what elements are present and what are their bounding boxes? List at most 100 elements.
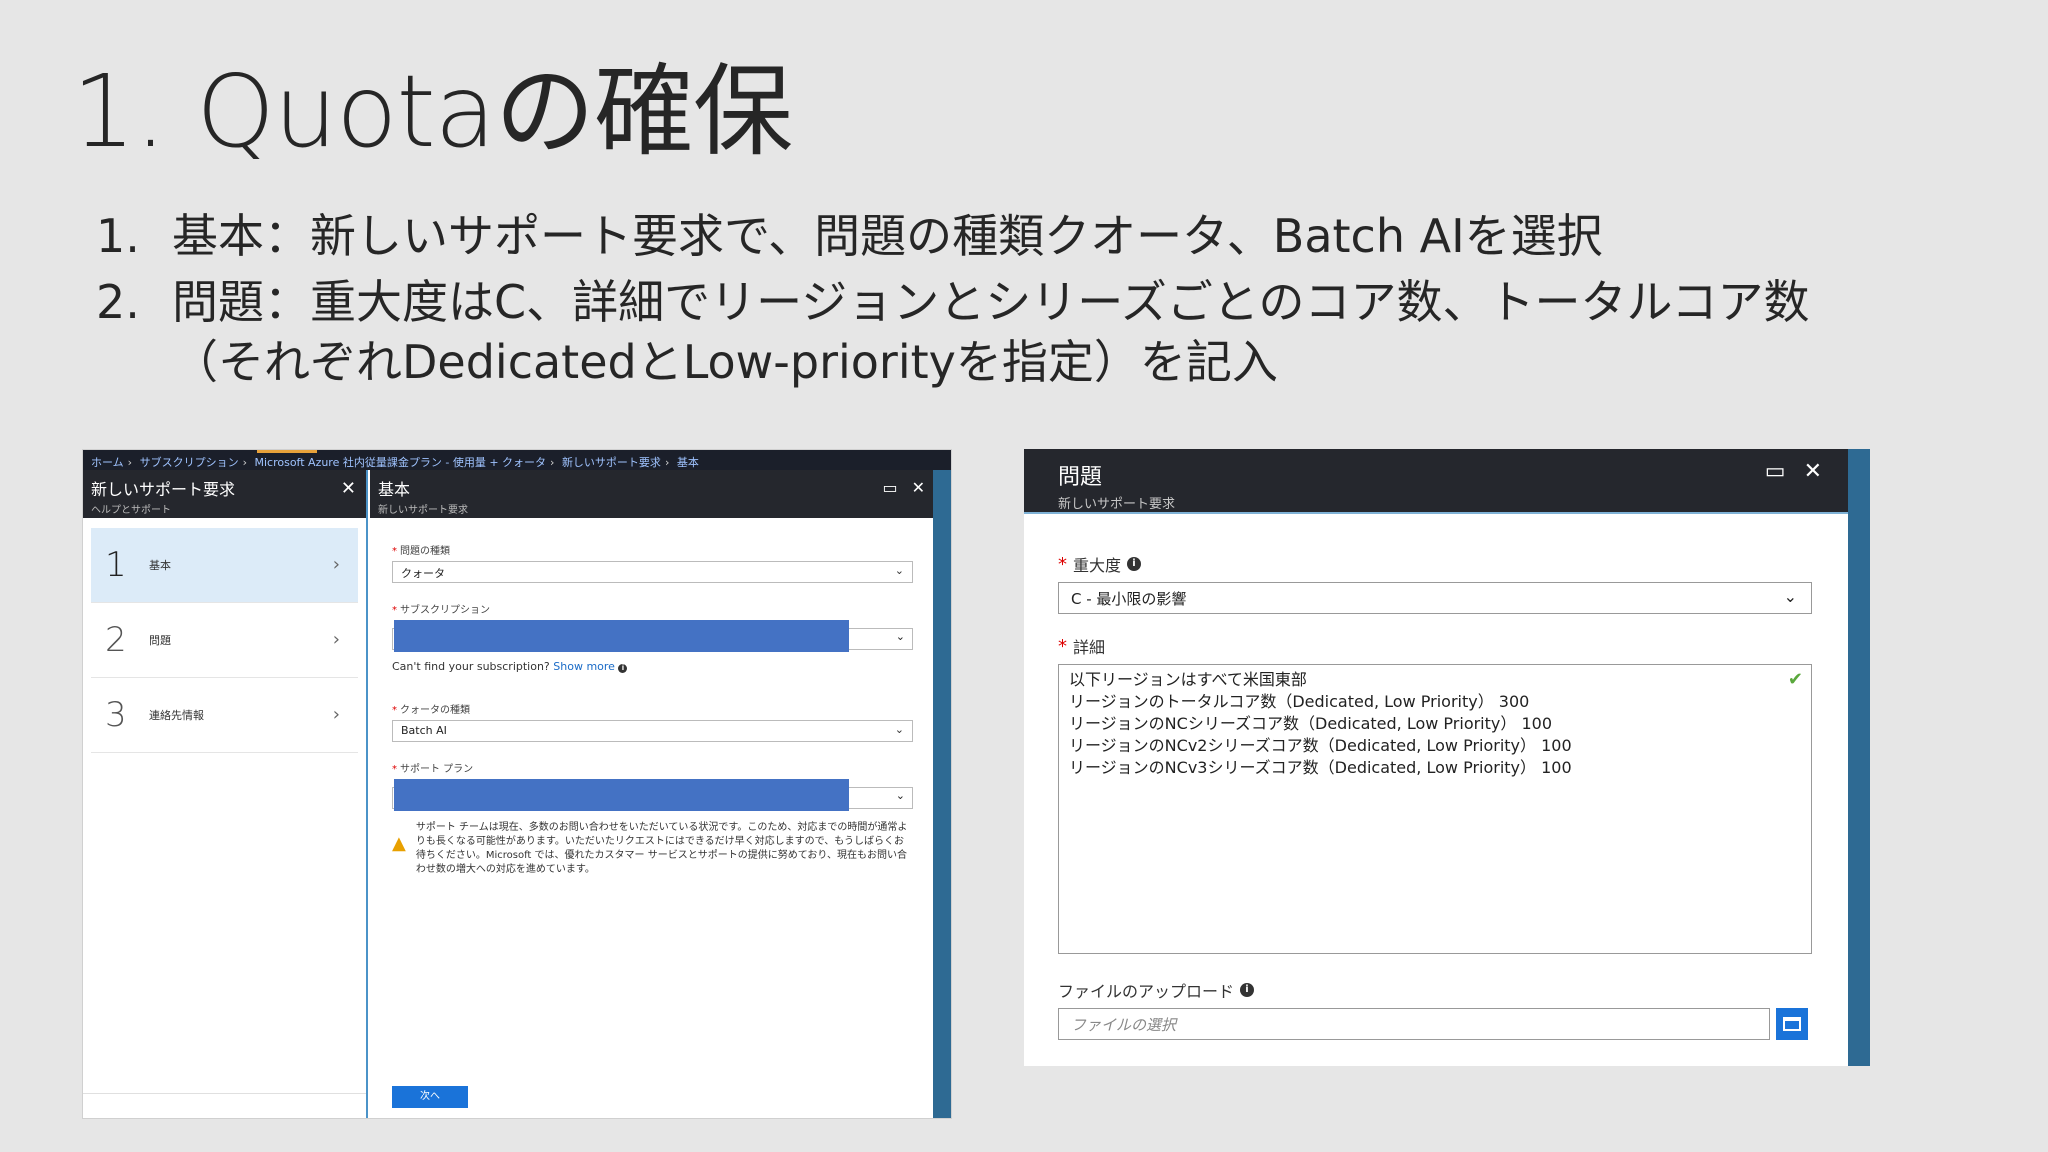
field-label: * 重大度 i [1058,552,1836,576]
window-controls: ▭ ✕ [882,478,925,497]
chevron-right-icon: › [332,554,340,575]
basics-screenshot: ホーム › サブスクリプション › Microsoft Azure 社内従量課金プラ… [82,449,952,1119]
breadcrumb: ホーム › サブスクリプション › Microsoft Azure 社内従量課金プラ… [83,450,951,470]
step-list: 1 基本 › 2 問題 › 3 連絡先情報 › [83,518,366,753]
close-icon[interactable]: ✕ [912,478,925,497]
breadcrumb-item[interactable]: Microsoft Azure 社内従量課金プラン - 使用量 + クォータ [254,456,546,469]
subscription-select[interactable]: ⌄ [392,620,913,652]
blade-header: 問題 新しいサポート要求 ▭ ✕ [1024,449,1870,514]
close-icon[interactable]: ✕ [341,478,356,499]
checkmark-icon: ✔ [1787,669,1803,690]
close-icon[interactable]: ✕ [1804,459,1822,484]
blade-title: 新しいサポート要求 [91,480,236,499]
bullet-text: 基本：新しいサポート要求で、問題の種類クオータ、Batch AIを選択 [172,209,1603,263]
field-label: * サブスクリプション [392,601,913,616]
chevron-right-icon: › [664,456,670,469]
quota-type-select[interactable]: Batch AI ⌄ [392,720,913,742]
blade-subtitle: ヘルプとサポート [91,505,171,516]
step-basics[interactable]: 1 基本 › [91,528,358,603]
warning-text: サポート チームは現在、多数のお問い合わせをいただいている状況です。このため、対… [415,822,908,875]
step-number: 2 [105,620,127,660]
chevron-right-icon: › [127,456,133,469]
required-marker: * [392,605,397,616]
bullet-text: 問題：重大度はC、詳細でリージョンとシリーズごとのコア数、トータルコア数（それぞ… [172,275,1810,389]
field-label: * サポート プラン [392,760,913,775]
step-problem[interactable]: 2 問題 › [91,603,358,678]
folder-icon [1783,1017,1801,1031]
step-label: 基本 [149,559,171,572]
chevron-down-icon: ⌄ [894,723,904,736]
breadcrumb-item[interactable]: サブスクリプション [140,456,239,469]
severity-select[interactable]: C - 最小限の影響 ⌄ [1058,582,1812,614]
details-textarea[interactable]: 以下リージョンはすべて米国東部 リージョンのトータルコア数（Dedicated,… [1058,664,1812,954]
bullet-list: 1. 基本：新しいサポート要求で、問題の種類クオータ、Batch AIを選択 2… [96,206,1816,398]
breadcrumb-item[interactable]: ホーム [91,456,124,469]
step-label: 連絡先情報 [149,709,204,722]
chevron-right-icon: › [332,629,340,650]
chevron-down-icon: ⌄ [895,789,905,802]
active-tab-indicator [257,450,317,453]
subscription-label: サブスクリプション [400,605,490,616]
next-button[interactable]: 次へ [392,1086,468,1108]
details-line: リージョンのNCシリーズコア数（Dedicated, Low Priority）… [1069,714,1552,733]
subscription-hint: Can't find your subscription? Show more … [392,660,913,673]
blade-subtitle: 新しいサポート要求 [1058,497,1176,512]
file-upload-input[interactable]: ファイルの選択 [1058,1008,1770,1040]
info-icon[interactable]: i [1240,983,1255,997]
quota-type-value: Batch AI [401,724,447,737]
hint-text: Can't find your subscription? [392,660,550,673]
issue-type-select[interactable]: クォータ ⌄ [392,561,913,583]
window-controls: ▭ ✕ [1765,459,1822,484]
info-icon[interactable]: i [1127,557,1142,571]
scrollbar[interactable] [933,470,951,1118]
redacted-block [394,620,849,652]
browse-button[interactable] [1776,1008,1808,1040]
bullet-item: 2. 問題：重大度はC、詳細でリージョンとシリーズごとのコア数、トータルコア数（… [96,272,1816,392]
maximize-icon[interactable]: ▭ [1765,459,1786,484]
step-label: 問題 [149,634,171,647]
issue-type-value: クォータ [401,567,445,580]
breadcrumb-item[interactable]: 基本 [677,456,699,469]
blade-header: 基本 新しいサポート要求 ▭ ✕ [370,470,935,518]
bullet-item: 1. 基本：新しいサポート要求で、問題の種類クオータ、Batch AIを選択 [96,206,1816,266]
bullet-number: 2. [96,275,140,329]
blade-title: 基本 [378,480,411,499]
basics-blade: 基本 新しいサポート要求 ▭ ✕ * 問題の種類 クォータ ⌄ * サブスクリプショ… [370,470,935,1118]
quota-type-label: クォータの種類 [400,705,470,716]
maximize-icon[interactable]: ▭ [882,478,897,497]
field-label: * クォータの種類 [392,701,913,716]
details-line: リージョンのNCv3シリーズコア数（Dedicated, Low Priorit… [1069,758,1572,777]
field-label: ファイルのアップロード i [1058,978,1836,1002]
redacted-block [394,779,849,811]
show-more-link[interactable]: Show more [553,660,615,673]
support-plan-select[interactable]: ⌄ [392,779,913,811]
severity-label: 重大度 [1073,556,1122,575]
required-marker: * [392,546,397,557]
step-contact-info[interactable]: 3 連絡先情報 › [91,678,358,753]
chevron-down-icon: ⌄ [895,630,905,643]
warning-message: ▲ サポート チームは現在、多数のお問い合わせをいただいている状況です。このため… [392,821,913,877]
problem-screenshot: 問題 新しいサポート要求 ▭ ✕ * 重大度 i C - 最小限の影響 ⌄ * … [1024,449,1870,1066]
scrollbar[interactable] [1848,449,1870,1066]
chevron-right-icon: › [242,456,247,469]
issue-type-label: 問題の種類 [400,546,450,557]
breadcrumb-item[interactable]: 新しいサポート要求 [562,456,661,469]
step-number: 1 [105,545,127,585]
severity-value: C - 最小限の影響 [1071,590,1187,608]
divider [83,1093,366,1094]
required-marker: * [392,764,397,775]
field-label: * 詳細 [1058,634,1836,658]
chevron-right-icon: › [550,456,555,469]
chevron-right-icon: › [332,704,340,725]
details-line: リージョンのNCv2シリーズコア数（Dedicated, Low Priorit… [1069,736,1572,755]
support-request-blade: 新しいサポート要求 ヘルプとサポート ✕ 1 基本 › 2 問題 › 3 連絡先… [83,470,368,1118]
chevron-down-icon: ⌄ [1783,587,1797,606]
slide-title: 1. Quotaの確保 [72,53,793,170]
blade-subtitle: 新しいサポート要求 [378,505,468,516]
warning-icon: ▲ [392,833,406,854]
required-marker: * [1058,635,1067,657]
info-icon: i [618,664,628,673]
required-marker: * [392,705,397,716]
upload-row: ファイルの選択 [1058,1008,1836,1040]
field-label: * 問題の種類 [392,542,913,557]
